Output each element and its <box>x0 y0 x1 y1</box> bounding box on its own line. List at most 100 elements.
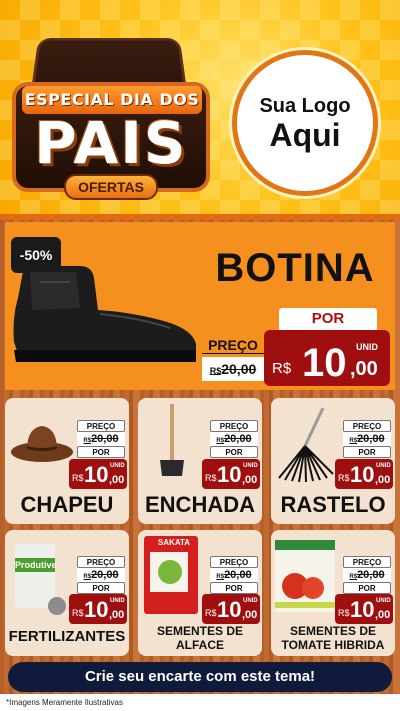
chapeu-old-currency: R$ <box>83 438 92 444</box>
fertilizantes-old-currency: R$ <box>83 574 92 580</box>
enchada-price-box: R$ 10 UNID ,00 <box>202 459 260 489</box>
enchada-price-cents: ,00 <box>242 474 258 486</box>
tomate-por-label: POR <box>343 582 391 594</box>
alface-preco-label: PREÇO <box>210 556 258 568</box>
tomate-name-line2: TOMATE HIBRIDA <box>281 638 385 652</box>
chapeu-price-box: R$ 10 UNID ,00 <box>69 459 127 489</box>
rastelo-old-currency: R$ <box>349 438 358 444</box>
tomate-name-line1: SEMENTES DE <box>289 624 376 638</box>
fertilizantes-preco-label: PREÇO <box>77 556 125 568</box>
tomate-old-price: R$20,00 <box>343 568 391 582</box>
hero-old-price: R$20,00 <box>202 357 264 381</box>
fertilizantes-name: FERTILIZANTES <box>8 628 126 645</box>
enchada-old-price: R$20,00 <box>210 432 258 446</box>
chapeu-currency: R$ <box>72 473 84 483</box>
fertilizantes-price-box: R$ 10 UNID ,00 <box>69 594 127 624</box>
enchada-preco-label: PREÇO <box>210 420 258 432</box>
fertilizantes-por-label: POR <box>77 582 125 594</box>
alface-old-price: R$20,00 <box>210 568 258 582</box>
rastelo-currency: R$ <box>338 473 350 483</box>
fertilizantes-old-value: 20,00 <box>91 569 119 581</box>
alface-name-line1: SEMENTES DE <box>156 624 243 638</box>
fertilizantes-currency: R$ <box>72 608 84 618</box>
enchada-price-int: 10 <box>217 462 242 487</box>
rastelo-unid: UNID <box>376 463 391 469</box>
logo-line2: Aqui <box>269 116 341 153</box>
tomate-preco-label: PREÇO <box>343 556 391 568</box>
tomate-currency: R$ <box>338 608 350 618</box>
rastelo-preco-label: PREÇO <box>343 420 391 432</box>
hero-unid: UNID <box>356 342 378 352</box>
hero-price-box: R$ 10 UNID ,00 <box>264 330 390 386</box>
alface-por-label: POR <box>210 582 258 594</box>
alface-price-cents: ,00 <box>242 609 258 621</box>
alface-old-currency: R$ <box>216 574 225 580</box>
tomate-price-cents: ,00 <box>375 609 391 621</box>
product-card-chapeu[interactable]: PREÇO R$20,00 POR R$ 10 UNID ,00 CHAPEU <box>5 398 129 524</box>
alface-price-box: R$ 10 UNID ,00 <box>202 594 260 624</box>
tomate-unid: UNID <box>376 598 391 604</box>
chapeu-por-label: POR <box>77 446 125 458</box>
alface-currency: R$ <box>205 608 217 618</box>
enchada-unid: UNID <box>243 463 258 469</box>
alface-price-int: 10 <box>217 597 242 622</box>
hero-product-name: BOTINA <box>215 246 375 290</box>
product-card-rastelo[interactable]: PREÇO R$20,00 POR R$ 10 UNID ,00 RASTELO <box>271 398 395 524</box>
logo-placeholder[interactable]: Sua Logo Aqui <box>232 50 378 196</box>
chapeu-price-int: 10 <box>84 462 109 487</box>
tomate-old-value: 20,00 <box>357 569 385 581</box>
logo-line1: Sua Logo <box>259 94 351 117</box>
dia-dos-pais-badge: ESPECIAL DIA DOS PAIS OFERTAS <box>8 34 214 202</box>
product-card-sementes-tomate[interactable]: PREÇO R$20,00 POR R$ 10 UNID ,00 SEMENTE… <box>271 530 395 656</box>
tomate-price-box: R$ 10 UNID ,00 <box>335 594 393 624</box>
enchada-currency: R$ <box>205 473 217 483</box>
tomate-price-int: 10 <box>350 597 375 622</box>
fertilizer-bag-icon <box>15 544 66 615</box>
enchada-old-value: 20,00 <box>224 433 252 445</box>
enchada-old-currency: R$ <box>216 438 225 444</box>
enchada-por-label: POR <box>210 446 258 458</box>
fertilizantes-price-int: 10 <box>84 597 109 622</box>
tomate-old-currency: R$ <box>349 574 358 580</box>
rastelo-old-price: R$20,00 <box>343 432 391 446</box>
alface-name-line2: ALFACE <box>176 638 224 652</box>
rastelo-name: RASTELO <box>280 492 386 517</box>
badge-main-text: PAIS <box>34 109 188 177</box>
hero-preco-label: PREÇO <box>202 336 264 354</box>
hero-por-label: POR <box>279 308 377 330</box>
alface-old-value: 20,00 <box>224 569 252 581</box>
rastelo-price-int: 10 <box>350 462 375 487</box>
fertilizantes-old-price: R$20,00 <box>77 568 125 582</box>
create-flyer-button[interactable]: Crie seu encarte com este tema! <box>8 662 392 692</box>
chapeu-old-value: 20,00 <box>91 433 119 445</box>
hoe-icon <box>160 404 184 476</box>
rastelo-por-label: POR <box>343 446 391 458</box>
boot-icon <box>13 266 196 362</box>
tomato-seed-packet-icon <box>275 540 335 612</box>
tomate-name: SEMENTES DE TOMATE HIBRIDA <box>271 624 395 652</box>
product-card-enchada[interactable]: PREÇO R$20,00 POR R$ 10 UNID ,00 ENCHADA <box>138 398 262 524</box>
rastelo-price-cents: ,00 <box>375 474 391 486</box>
badge-ofertas-text: OFERTAS <box>64 174 158 200</box>
chapeu-name: CHAPEU <box>20 492 114 517</box>
fertilizer-package-label: Produtive <box>15 560 57 570</box>
alface-unid: UNID <box>243 598 258 604</box>
hero-currency: R$ <box>272 360 292 377</box>
divider-stripe <box>0 214 400 220</box>
rastelo-old-value: 20,00 <box>357 433 385 445</box>
hat-icon <box>11 426 73 462</box>
footer-disclaimer: *Imagens Meramente Ilustrativas <box>6 698 123 707</box>
rake-icon <box>278 407 334 482</box>
hero-old-value: 20,00 <box>221 361 257 377</box>
enchada-name: ENCHADA <box>145 492 255 517</box>
rastelo-price-box: R$ 10 UNID ,00 <box>335 459 393 489</box>
chapeu-preco-label: PREÇO <box>77 420 125 432</box>
chapeu-price-cents: ,00 <box>109 474 125 486</box>
hero-price-cents: ,00 <box>350 358 378 380</box>
fertilizantes-unid: UNID <box>110 598 125 604</box>
hero-old-currency: R$ <box>209 366 222 376</box>
product-card-sementes-alface[interactable]: SAKATA PREÇO R$20,00 POR R$ 10 UNID ,00 … <box>138 530 262 656</box>
seed-package-label: SAKATA <box>157 538 191 547</box>
product-card-fertilizantes[interactable]: Produtive PREÇO R$20,00 POR R$ 10 UNID ,… <box>5 530 129 656</box>
hero-price-int: 10 <box>302 341 347 385</box>
